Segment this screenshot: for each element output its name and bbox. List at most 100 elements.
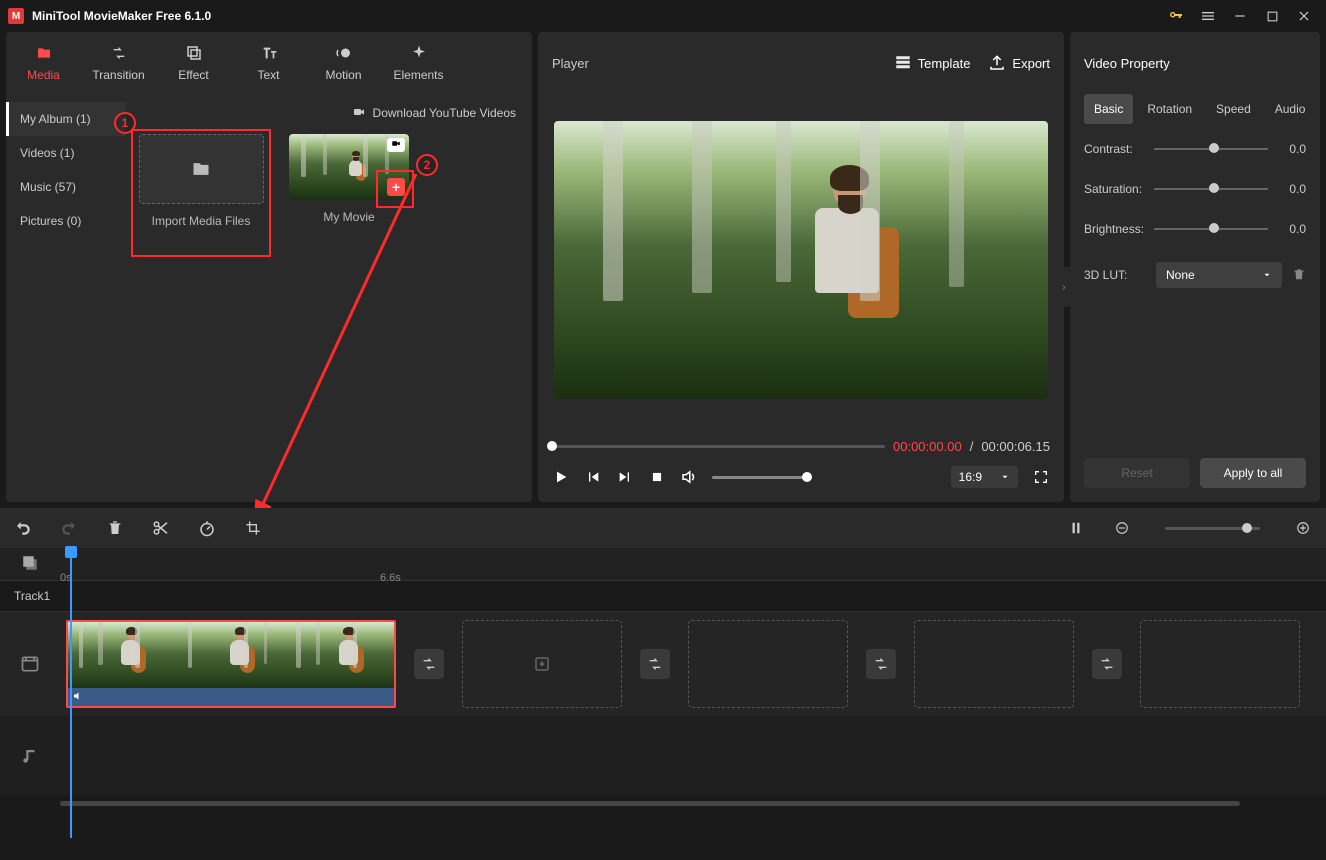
minimize-button[interactable] — [1226, 2, 1254, 30]
tab-label: Motion — [325, 68, 361, 82]
contrast-value: 0.0 — [1276, 142, 1306, 156]
volume-slider[interactable] — [712, 476, 807, 479]
prop-tab-rotation[interactable]: Rotation — [1137, 94, 1202, 124]
time-sep: / — [970, 439, 974, 454]
reset-button[interactable]: Reset — [1084, 458, 1190, 488]
transition-slot-button[interactable] — [640, 649, 670, 679]
player-title: Player — [552, 56, 589, 71]
brightness-label: Brightness: — [1084, 222, 1146, 236]
close-button[interactable] — [1290, 2, 1318, 30]
seek-slider[interactable] — [552, 445, 885, 448]
ruler-tick: 6.6s — [380, 572, 401, 584]
property-panel: › Video Property Basic Rotation Speed Au… — [1070, 32, 1320, 502]
export-label: Export — [1012, 56, 1050, 71]
play-button[interactable] — [552, 468, 570, 486]
property-title: Video Property — [1084, 32, 1306, 94]
tab-text[interactable]: Text — [231, 32, 306, 94]
split-button[interactable] — [152, 519, 170, 537]
music-track-icon — [0, 747, 60, 765]
video-track[interactable] — [0, 612, 1326, 716]
download-youtube-link[interactable]: Download YouTube Videos — [373, 106, 516, 120]
timeline-scrollbar[interactable] — [0, 800, 1326, 808]
sidebar-videos[interactable]: Videos (1) — [6, 136, 126, 170]
apply-all-button[interactable]: Apply to all — [1200, 458, 1306, 488]
next-frame-button[interactable] — [616, 468, 634, 486]
tab-elements[interactable]: Elements — [381, 32, 456, 94]
tab-transition[interactable]: Transition — [81, 32, 156, 94]
tab-motion[interactable]: Motion — [306, 32, 381, 94]
media-sidebar: My Album (1) Videos (1) Music (57) Pictu… — [6, 94, 126, 502]
brightness-slider[interactable] — [1154, 228, 1268, 230]
zoom-slider[interactable] — [1165, 527, 1260, 530]
saturation-slider[interactable] — [1154, 188, 1268, 190]
video-badge-icon — [387, 138, 405, 152]
import-label: Import Media Files — [152, 214, 251, 228]
transition-slot-button[interactable] — [866, 649, 896, 679]
timeline: 0s 6.6s Track1 — [0, 508, 1326, 808]
collapse-arrow-icon[interactable]: › — [1058, 267, 1070, 307]
transition-icon — [109, 44, 129, 62]
delete-button[interactable] — [106, 519, 124, 537]
brightness-value: 0.0 — [1276, 222, 1306, 236]
annotation-number-2: 2 — [416, 154, 438, 176]
crop-button[interactable] — [244, 519, 262, 537]
folder-icon — [34, 44, 54, 62]
empty-clip-slot[interactable] — [462, 620, 622, 708]
speed-button[interactable] — [198, 519, 216, 537]
prop-tab-basic[interactable]: Basic — [1084, 94, 1133, 124]
tab-label: Text — [257, 68, 279, 82]
empty-clip-slot[interactable] — [1140, 620, 1300, 708]
time-total: 00:00:06.15 — [981, 439, 1050, 454]
add-to-timeline-button[interactable]: + — [387, 178, 405, 196]
import-media-button[interactable] — [139, 134, 264, 204]
text-icon — [259, 44, 279, 62]
sidebar-music[interactable]: Music (57) — [6, 170, 126, 204]
maximize-button[interactable] — [1258, 2, 1286, 30]
sidebar-pictures[interactable]: Pictures (0) — [6, 204, 126, 238]
template-button[interactable]: Template — [894, 54, 971, 72]
hamburger-icon[interactable] — [1194, 2, 1222, 30]
media-panel: Media Transition Effect Text Motion Elem… — [6, 32, 532, 502]
empty-clip-slot[interactable] — [688, 620, 848, 708]
audio-track[interactable] — [0, 716, 1326, 796]
timeline-clip[interactable] — [66, 620, 396, 708]
tab-label: Elements — [393, 68, 443, 82]
titlebar: M MiniTool MovieMaker Free 6.1.0 — [0, 0, 1326, 32]
clip-audio-icon — [72, 690, 84, 705]
lut-select[interactable]: None — [1156, 262, 1282, 288]
trash-icon[interactable] — [1292, 267, 1306, 284]
tab-label: Transition — [92, 68, 144, 82]
app-title: MiniTool MovieMaker Free 6.1.0 — [32, 9, 1158, 23]
redo-button[interactable] — [60, 519, 78, 537]
stop-button[interactable] — [648, 468, 666, 486]
volume-icon[interactable] — [680, 468, 698, 486]
lut-label: 3D LUT: — [1084, 268, 1146, 282]
export-button[interactable]: Export — [988, 54, 1050, 72]
prop-tab-audio[interactable]: Audio — [1265, 94, 1316, 124]
zoom-in-button[interactable] — [1294, 519, 1312, 537]
transition-slot-button[interactable] — [414, 649, 444, 679]
prev-frame-button[interactable] — [584, 468, 602, 486]
playhead[interactable] — [70, 548, 72, 838]
snap-icon[interactable] — [1067, 519, 1085, 537]
tab-effect[interactable]: Effect — [156, 32, 231, 94]
effect-icon — [185, 44, 203, 62]
thumbnail-label: My Movie — [323, 210, 374, 224]
layers-icon[interactable] — [21, 554, 39, 575]
sidebar-my-album[interactable]: My Album (1) — [6, 102, 126, 136]
prop-tab-speed[interactable]: Speed — [1206, 94, 1261, 124]
zoom-out-button[interactable] — [1113, 519, 1131, 537]
key-icon[interactable] — [1162, 2, 1190, 30]
transition-slot-button[interactable] — [1092, 649, 1122, 679]
media-thumbnail[interactable]: + — [289, 134, 409, 200]
aspect-ratio-value: 16:9 — [959, 470, 982, 484]
contrast-slider[interactable] — [1154, 148, 1268, 150]
aspect-ratio-select[interactable]: 16:9 — [951, 466, 1018, 488]
annotation-number-1: 1 — [114, 112, 136, 134]
video-preview — [554, 121, 1048, 399]
fullscreen-button[interactable] — [1032, 468, 1050, 486]
undo-button[interactable] — [14, 519, 32, 537]
tab-media[interactable]: Media — [6, 32, 81, 94]
empty-clip-slot[interactable] — [914, 620, 1074, 708]
tab-label: Effect — [178, 68, 208, 82]
